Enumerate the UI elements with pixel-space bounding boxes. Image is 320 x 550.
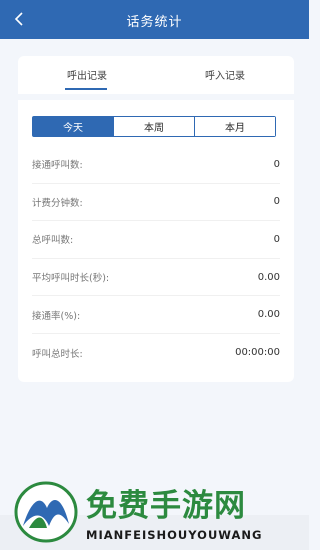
stat-row-billed-minutes: 计费分钟数: 0 bbox=[32, 184, 280, 222]
period-week-button[interactable]: 本周 bbox=[113, 117, 194, 136]
stat-label: 平均呼叫时长(秒): bbox=[32, 273, 110, 285]
stat-value: 0 bbox=[273, 233, 280, 245]
app-header: 话务统计 bbox=[0, 0, 309, 39]
stat-value: 0 bbox=[273, 158, 280, 170]
stat-label: 呼叫总时长: bbox=[32, 348, 83, 360]
stat-label: 计费分钟数: bbox=[32, 197, 83, 209]
period-selector: 今天 本周 本月 bbox=[32, 116, 276, 137]
tab-outgoing-records[interactable]: 呼出记录 bbox=[18, 67, 156, 82]
stat-row-average-duration: 平均呼叫时长(秒): 0.00 bbox=[32, 259, 280, 297]
stat-row-connect-rate: 接通率(%): 0.00 bbox=[32, 296, 280, 334]
stat-value: 0.00 bbox=[257, 271, 280, 283]
stats-list: 接通呼叫数: 0 计费分钟数: 0 总呼叫数: 0 平均呼叫时长(秒): 0.0… bbox=[32, 146, 280, 372]
stat-row-connected-calls: 接通呼叫数: 0 bbox=[32, 146, 280, 184]
watermark-subtitle: MIANFEISHOUYOUWANG bbox=[86, 528, 263, 542]
stat-value: 00:00:00 bbox=[235, 347, 280, 359]
period-today-button[interactable]: 今天 bbox=[33, 117, 113, 136]
record-tabs: 呼出记录 呼入记录 bbox=[18, 56, 294, 94]
stats-card: 呼出记录 呼入记录 今天 本周 本月 接通呼叫数: 0 计费分钟数: 0 总呼叫… bbox=[18, 56, 294, 382]
tab-incoming-records[interactable]: 呼入记录 bbox=[156, 67, 294, 82]
page-title: 话务统计 bbox=[126, 15, 183, 30]
stat-label: 接通呼叫数: bbox=[32, 160, 83, 172]
divider bbox=[18, 94, 294, 100]
active-tab-indicator bbox=[65, 88, 107, 90]
watermark-logo-icon bbox=[14, 481, 78, 543]
stat-value: 0 bbox=[273, 196, 280, 208]
stat-value: 0.00 bbox=[257, 309, 280, 321]
stat-row-total-duration: 呼叫总时长: 00:00:00 bbox=[32, 334, 280, 372]
stat-label: 接通率(%): bbox=[32, 310, 81, 322]
watermark-title: 免费手游网 bbox=[86, 488, 246, 524]
period-month-button[interactable]: 本月 bbox=[194, 117, 275, 136]
stat-row-total-calls: 总呼叫数: 0 bbox=[32, 221, 280, 259]
stat-label: 总呼叫数: bbox=[32, 235, 74, 247]
